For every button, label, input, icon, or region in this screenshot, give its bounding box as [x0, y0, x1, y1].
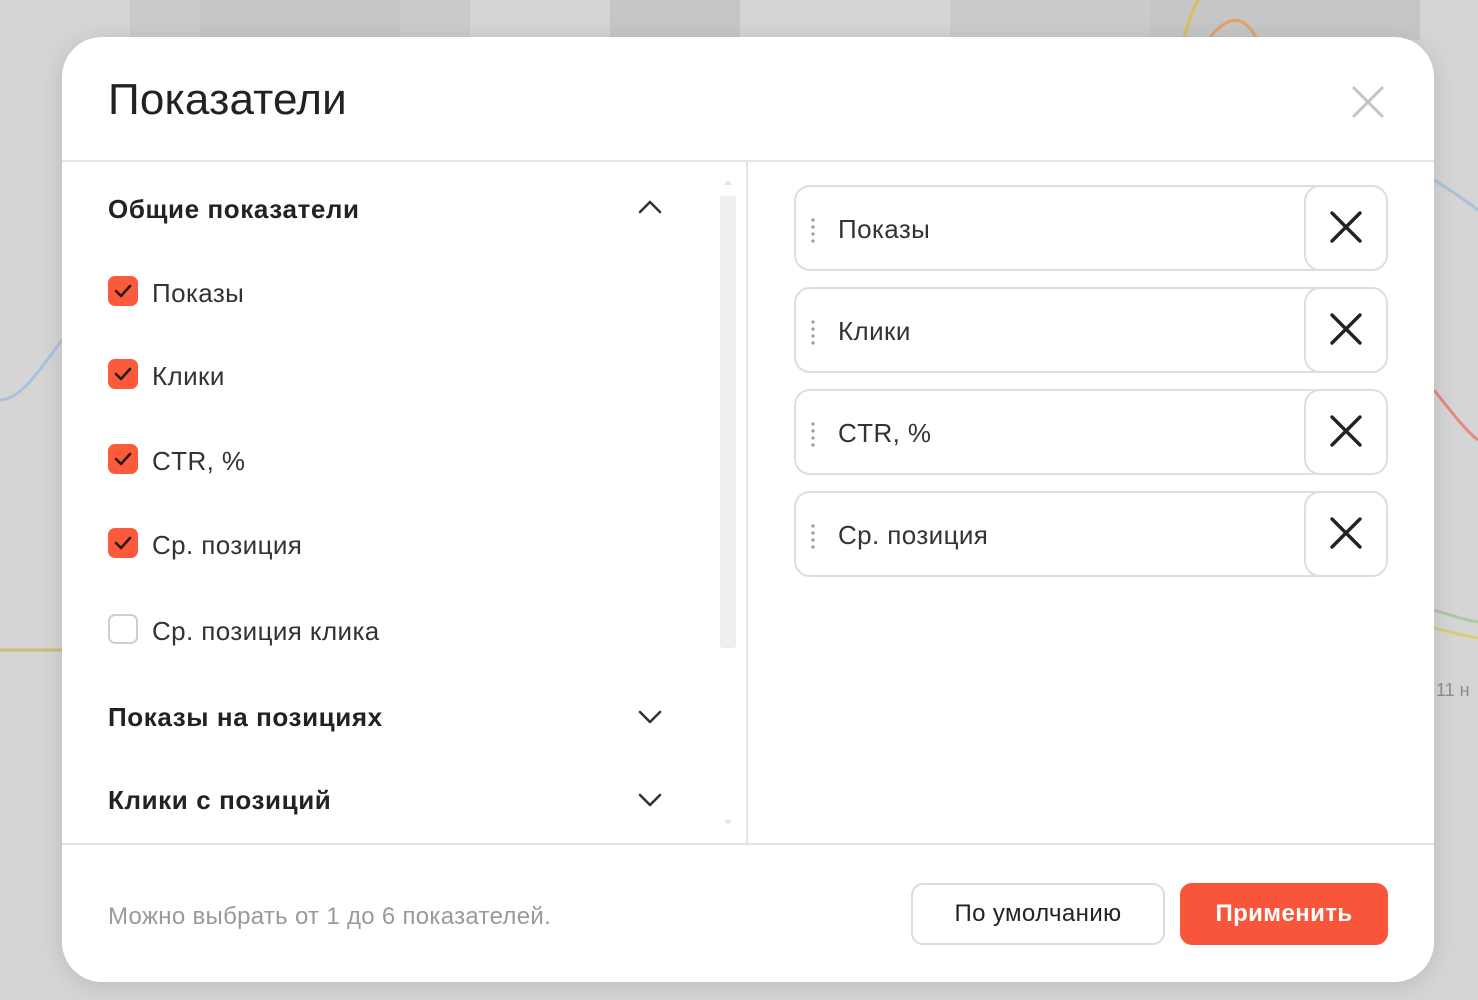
selected-item[interactable]: Показы [794, 185, 1388, 271]
selected-item-label: Ср. позиция [838, 520, 989, 550]
checkmark-icon [114, 284, 132, 298]
checkbox[interactable] [108, 276, 138, 306]
group-header-general[interactable]: Общие показатели [108, 188, 668, 228]
checkbox-row-avg-click-position[interactable]: Ср. позиция клика [108, 610, 628, 650]
group-header-impressions-by-position[interactable]: Показы на позициях [108, 696, 668, 736]
checkbox[interactable] [108, 528, 138, 558]
checkbox-row-ctr[interactable]: CTR, % [108, 440, 628, 480]
close-icon [1352, 86, 1384, 118]
selection-limit-note: Можно выбрать от 1 до 6 показателей. [108, 903, 552, 930]
scroll-up-arrow[interactable] [724, 180, 732, 185]
selected-item-label: Показы [838, 214, 931, 244]
x-icon [1330, 415, 1362, 447]
drag-handle-icon[interactable] [810, 523, 816, 549]
metrics-picker: Общие показатели Показы Клики CTR, % Ср.… [62, 162, 748, 843]
drag-handle-icon[interactable] [810, 319, 816, 345]
reset-default-button[interactable]: По умолчанию [911, 883, 1165, 945]
group-title: Общие показатели [108, 194, 360, 224]
background-series-line [1433, 178, 1478, 212]
background-axis-label: 11 н [1436, 680, 1470, 700]
checkmark-icon [114, 452, 132, 466]
background-series-line [0, 339, 64, 402]
checkbox-label: Показы [152, 278, 245, 308]
group-title: Показы на позициях [108, 702, 383, 732]
close-button[interactable] [1348, 82, 1388, 122]
apply-button[interactable]: Применить [1180, 883, 1388, 945]
chevron-down-icon [638, 793, 662, 807]
drag-handle-icon[interactable] [810, 217, 816, 243]
selected-item-label: Клики [838, 316, 911, 346]
checkbox-label: CTR, % [152, 446, 246, 476]
chevron-down-icon [638, 710, 662, 724]
checkbox-label: Ср. позиция [152, 530, 303, 560]
checkbox-row-impressions[interactable]: Показы [108, 272, 628, 312]
checkbox-row-avg-position[interactable]: Ср. позиция [108, 524, 628, 564]
background-series-line [1433, 608, 1478, 624]
selected-item[interactable]: Клики [794, 287, 1388, 373]
selected-item-label: CTR, % [838, 418, 932, 448]
scrollbar-thumb[interactable] [720, 196, 736, 648]
selected-item[interactable]: CTR, % [794, 389, 1388, 475]
metrics-modal: Показатели Общие показатели Показы Клики… [62, 37, 1434, 982]
background-series-line [1433, 626, 1478, 640]
checkmark-icon [114, 536, 132, 550]
chevron-up-icon [638, 200, 662, 214]
drag-handle-icon[interactable] [810, 421, 816, 447]
checkbox-row-clicks[interactable]: Клики [108, 355, 628, 395]
x-icon [1330, 517, 1362, 549]
x-icon [1330, 211, 1362, 243]
modal-header: Показатели [62, 37, 1434, 162]
checkbox[interactable] [108, 614, 138, 644]
checkbox-label: Клики [152, 361, 225, 391]
group-header-clicks-by-position[interactable]: Клики с позиций [108, 779, 668, 819]
scroll-down-arrow[interactable] [724, 820, 732, 825]
modal-title: Показатели [108, 75, 347, 124]
modal-footer: Можно выбрать от 1 до 6 показателей. По … [62, 843, 1434, 982]
remove-button[interactable] [1304, 287, 1388, 373]
x-icon [1330, 313, 1362, 345]
background-series-line [1182, 0, 1201, 38]
background-series-line [1432, 389, 1478, 442]
selected-item[interactable]: Ср. позиция [794, 491, 1388, 577]
remove-button[interactable] [1304, 491, 1388, 577]
background-series-line [1208, 18, 1258, 38]
remove-button[interactable] [1304, 389, 1388, 475]
checkbox[interactable] [108, 359, 138, 389]
scrollbar[interactable] [718, 178, 738, 828]
checkbox-label: Ср. позиция клика [152, 616, 380, 646]
checkbox[interactable] [108, 444, 138, 474]
checkmark-icon [114, 367, 132, 381]
group-title: Клики с позиций [108, 785, 332, 815]
remove-button[interactable] [1304, 185, 1388, 271]
